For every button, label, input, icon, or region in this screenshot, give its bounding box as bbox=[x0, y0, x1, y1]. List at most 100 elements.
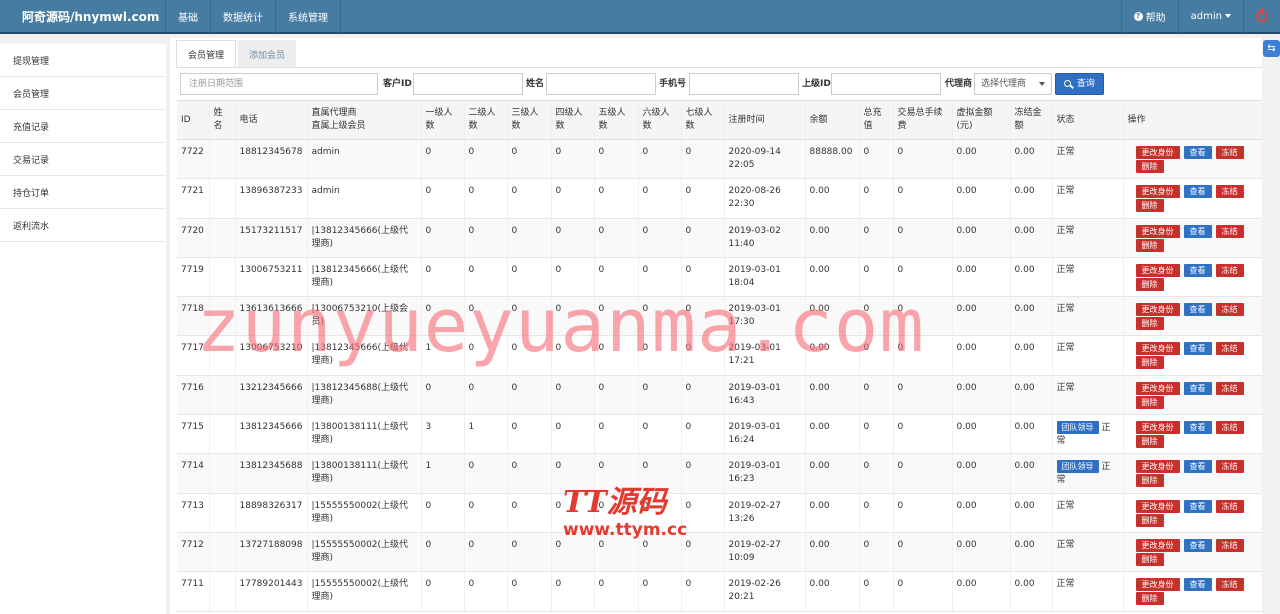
cell-l7: 0 bbox=[680, 453, 724, 494]
change-role-button[interactable]: 更改身份 bbox=[1135, 263, 1180, 277]
change-role-button[interactable]: 更改身份 bbox=[1135, 303, 1180, 317]
view-button[interactable]: 查看 bbox=[1183, 185, 1212, 199]
change-role-button[interactable]: 更改身份 bbox=[1135, 146, 1180, 159]
parent-id-input[interactable] bbox=[831, 73, 941, 95]
delete-button[interactable]: 删除 bbox=[1135, 356, 1164, 370]
tab-add-member[interactable]: 添加会员 bbox=[238, 40, 297, 68]
view-button[interactable]: 查看 bbox=[1183, 342, 1212, 356]
sidebar-item-recharge[interactable]: 充值记录 bbox=[0, 110, 166, 143]
cell-l7: 0 bbox=[680, 296, 724, 337]
cell-l4: 0 bbox=[550, 453, 594, 494]
delete-button[interactable]: 删除 bbox=[1135, 435, 1164, 449]
tab-member-management[interactable]: 会员管理 bbox=[176, 40, 237, 68]
freeze-button[interactable]: 冻结 bbox=[1215, 578, 1244, 592]
page-scrollbar[interactable] bbox=[1270, 60, 1280, 614]
view-button[interactable]: 查看 bbox=[1183, 421, 1212, 435]
delete-button[interactable]: 删除 bbox=[1135, 513, 1164, 527]
sidebar-item-trades[interactable]: 交易记录 bbox=[0, 143, 166, 176]
cell-l1: 0 bbox=[420, 257, 464, 298]
freeze-button[interactable]: 冻结 bbox=[1215, 263, 1244, 277]
cell-agent: |15555550002(上级代理商) bbox=[306, 493, 421, 533]
cell-l4: 0 bbox=[550, 257, 594, 298]
cell-fee: 0 bbox=[892, 414, 952, 455]
freeze-button[interactable]: 冻结 bbox=[1215, 421, 1244, 435]
view-button[interactable]: 查看 bbox=[1183, 263, 1212, 277]
cell-l5: 0 bbox=[593, 453, 638, 494]
freeze-button[interactable]: 冻结 bbox=[1215, 185, 1244, 199]
delete-button[interactable]: 删除 bbox=[1135, 592, 1164, 606]
view-button[interactable]: 查看 bbox=[1183, 224, 1212, 238]
delete-button[interactable]: 删除 bbox=[1135, 474, 1164, 488]
float-toolbar-button[interactable]: ⇆ bbox=[1263, 40, 1280, 57]
delete-button[interactable]: 删除 bbox=[1135, 160, 1164, 173]
cell-phone: 18812345678 bbox=[234, 139, 307, 180]
change-role-button[interactable]: 更改身份 bbox=[1135, 185, 1180, 199]
col-frozen: 冻结金额 bbox=[1009, 100, 1052, 140]
phone-input[interactable] bbox=[689, 73, 799, 95]
sidebar-item-positions[interactable]: 持仓订单 bbox=[0, 176, 166, 209]
agent-select[interactable]: 选择代理商 bbox=[974, 73, 1052, 95]
date-range-input[interactable]: 注册日期范围 bbox=[180, 73, 378, 95]
top-nav-stats[interactable]: 数据统计 bbox=[210, 0, 275, 33]
chevron-down-icon bbox=[1225, 14, 1231, 18]
freeze-button[interactable]: 冻结 bbox=[1215, 460, 1244, 474]
delete-button[interactable]: 删除 bbox=[1135, 277, 1164, 291]
cell-l3: 0 bbox=[506, 178, 551, 219]
freeze-button[interactable]: 冻结 bbox=[1215, 303, 1244, 317]
freeze-button[interactable]: 冻结 bbox=[1215, 499, 1244, 513]
help-button[interactable]: ? 帮助 bbox=[1120, 0, 1178, 33]
customer-id-input[interactable] bbox=[413, 73, 523, 95]
change-role-button[interactable]: 更改身份 bbox=[1135, 381, 1180, 395]
view-button[interactable]: 查看 bbox=[1183, 460, 1212, 474]
change-role-button[interactable]: 更改身份 bbox=[1135, 499, 1180, 513]
change-role-button[interactable]: 更改身份 bbox=[1135, 224, 1180, 238]
top-nav-system[interactable]: 系统管理 bbox=[275, 0, 341, 33]
sidebar-item-withdraw[interactable]: 提现管理 bbox=[0, 44, 166, 77]
cell-l5: 0 bbox=[593, 493, 638, 533]
sidebar-item-rebates[interactable]: 返利流水 bbox=[0, 209, 166, 242]
top-nav-basic[interactable]: 基础 bbox=[165, 0, 210, 33]
view-button[interactable]: 查看 bbox=[1183, 578, 1212, 592]
freeze-button[interactable]: 冻结 bbox=[1215, 342, 1244, 356]
table-row: 7718 13613613666 |13006753210(上级会员) 0 0 0 0 0 0 0… bbox=[177, 296, 1262, 337]
brand-logo[interactable]: 阿奇源码/hnymwl.com bbox=[0, 0, 165, 33]
cell-l6: 0 bbox=[637, 178, 681, 219]
main-panel: 会员管理 添加会员 注册日期范围 客户ID 姓名 手机号 上级ID 代理商 选择… bbox=[170, 38, 1262, 614]
view-button[interactable]: 查看 bbox=[1183, 381, 1212, 395]
search-button[interactable]: 查询 bbox=[1055, 73, 1104, 95]
cell-balance: 0.00 bbox=[804, 375, 859, 416]
delete-button[interactable]: 删除 bbox=[1135, 552, 1164, 566]
delete-button[interactable]: 删除 bbox=[1135, 238, 1164, 252]
row-actions: 更改身份 查看 冻结删除 bbox=[1128, 381, 1253, 409]
change-role-button[interactable]: 更改身份 bbox=[1135, 342, 1180, 356]
freeze-button[interactable]: 冻结 bbox=[1215, 146, 1244, 159]
col-total-recharge: 总充值 bbox=[858, 100, 893, 140]
table-row: 7722 18812345678 admin 0 0 0 0 0 0 0 2020-09-14 22… bbox=[177, 139, 1262, 180]
cell-fee: 0 bbox=[892, 178, 952, 219]
name-input[interactable] bbox=[546, 73, 656, 95]
delete-button[interactable]: 删除 bbox=[1135, 199, 1164, 213]
delete-button[interactable]: 删除 bbox=[1135, 317, 1164, 331]
cell-l7: 0 bbox=[680, 218, 724, 258]
view-button[interactable]: 查看 bbox=[1183, 499, 1212, 513]
user-menu[interactable]: admin bbox=[1177, 0, 1243, 33]
tab-bar: 会员管理 添加会员 bbox=[176, 40, 297, 68]
cell-virtual: 0.00 bbox=[951, 493, 1010, 533]
view-button[interactable]: 查看 bbox=[1183, 538, 1212, 552]
table-row: 7717 13006753210 |13812345666(上级代理商) 1 0 0 0 0 0… bbox=[177, 335, 1262, 376]
change-role-button[interactable]: 更改身份 bbox=[1135, 538, 1180, 552]
freeze-button[interactable]: 冻结 bbox=[1215, 538, 1244, 552]
cell-balance: 0.00 bbox=[804, 453, 859, 494]
cell-l5: 0 bbox=[593, 335, 638, 376]
change-role-button[interactable]: 更改身份 bbox=[1135, 578, 1180, 592]
change-role-button[interactable]: 更改身份 bbox=[1135, 421, 1180, 435]
freeze-button[interactable]: 冻结 bbox=[1215, 224, 1244, 238]
sidebar-item-members[interactable]: 会员管理 bbox=[0, 77, 166, 110]
logout-button[interactable] bbox=[1243, 0, 1280, 33]
view-button[interactable]: 查看 bbox=[1183, 146, 1212, 159]
cell-status: 正常 bbox=[1051, 296, 1123, 337]
delete-button[interactable]: 删除 bbox=[1135, 395, 1164, 409]
change-role-button[interactable]: 更改身份 bbox=[1135, 460, 1180, 474]
freeze-button[interactable]: 冻结 bbox=[1215, 381, 1244, 395]
view-button[interactable]: 查看 bbox=[1183, 303, 1212, 317]
